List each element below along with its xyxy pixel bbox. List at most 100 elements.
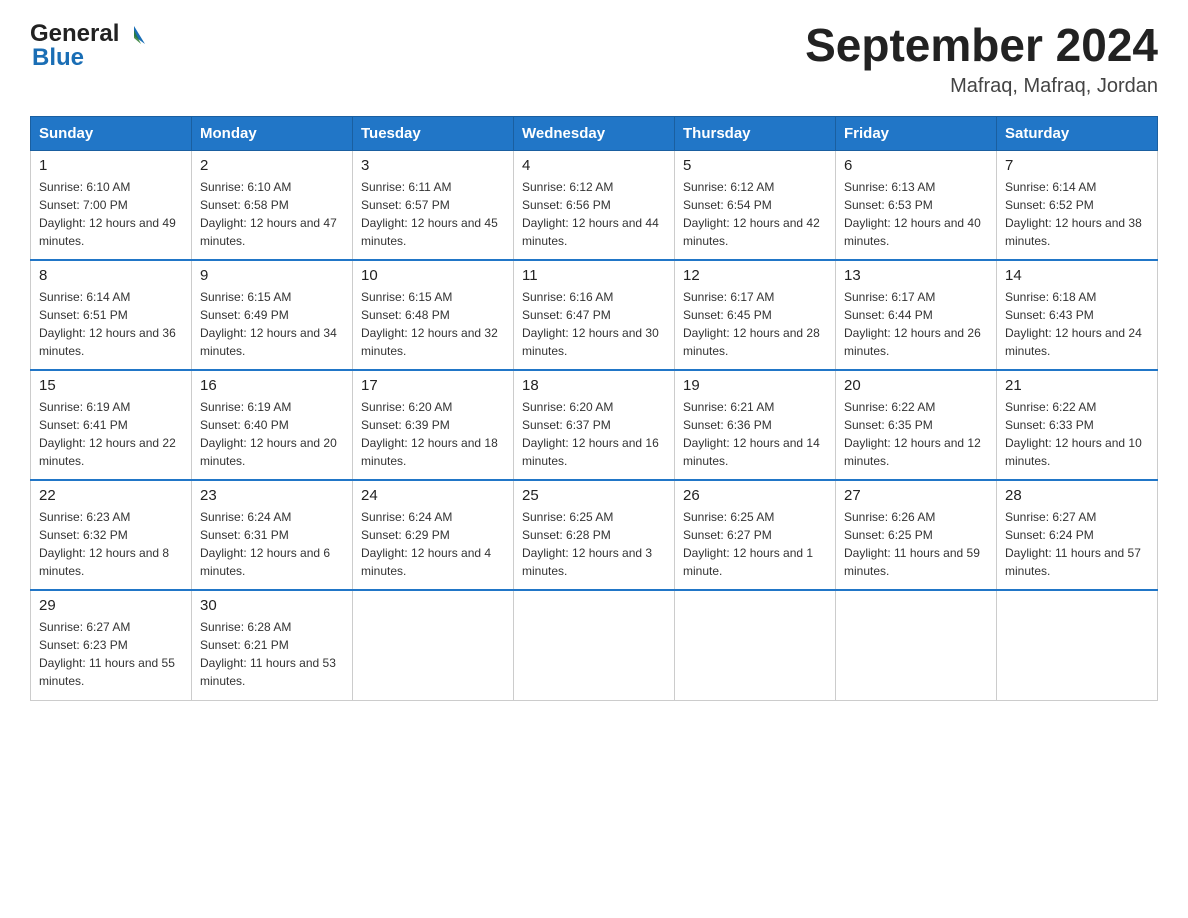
col-header-sunday: Sunday (31, 116, 192, 150)
week-row-5: 29 Sunrise: 6:27 AMSunset: 6:23 PMDaylig… (31, 590, 1158, 700)
day-cell: 4 Sunrise: 6:12 AMSunset: 6:56 PMDayligh… (514, 150, 675, 260)
day-number: 18 (522, 377, 666, 394)
day-info: Sunrise: 6:25 AMSunset: 6:28 PMDaylight:… (522, 510, 652, 578)
day-number: 9 (200, 267, 344, 284)
day-info: Sunrise: 6:17 AMSunset: 6:44 PMDaylight:… (844, 290, 981, 358)
day-number: 15 (39, 377, 183, 394)
day-number: 3 (361, 157, 505, 174)
col-header-saturday: Saturday (997, 116, 1158, 150)
col-header-tuesday: Tuesday (353, 116, 514, 150)
day-info: Sunrise: 6:28 AMSunset: 6:21 PMDaylight:… (200, 620, 336, 688)
day-number: 17 (361, 377, 505, 394)
logo-general: General (30, 20, 119, 47)
day-info: Sunrise: 6:15 AMSunset: 6:49 PMDaylight:… (200, 290, 337, 358)
logo-icon (121, 20, 145, 48)
calendar-body: 1 Sunrise: 6:10 AMSunset: 7:00 PMDayligh… (31, 150, 1158, 700)
day-number: 7 (1005, 157, 1149, 174)
day-cell: 7 Sunrise: 6:14 AMSunset: 6:52 PMDayligh… (997, 150, 1158, 260)
day-number: 1 (39, 157, 183, 174)
day-number: 24 (361, 487, 505, 504)
day-number: 5 (683, 157, 827, 174)
day-info: Sunrise: 6:24 AMSunset: 6:29 PMDaylight:… (361, 510, 491, 578)
day-info: Sunrise: 6:15 AMSunset: 6:48 PMDaylight:… (361, 290, 498, 358)
day-info: Sunrise: 6:23 AMSunset: 6:32 PMDaylight:… (39, 510, 169, 578)
day-number: 21 (1005, 377, 1149, 394)
day-info: Sunrise: 6:26 AMSunset: 6:25 PMDaylight:… (844, 510, 980, 578)
page-header: General Blue September 2024 Mafraq, Mafr… (30, 20, 1158, 98)
day-info: Sunrise: 6:24 AMSunset: 6:31 PMDaylight:… (200, 510, 330, 578)
day-cell: 8 Sunrise: 6:14 AMSunset: 6:51 PMDayligh… (31, 260, 192, 370)
day-info: Sunrise: 6:20 AMSunset: 6:37 PMDaylight:… (522, 400, 659, 468)
day-cell: 27 Sunrise: 6:26 AMSunset: 6:25 PMDaylig… (836, 480, 997, 590)
day-number: 25 (522, 487, 666, 504)
day-cell: 16 Sunrise: 6:19 AMSunset: 6:40 PMDaylig… (192, 370, 353, 480)
day-info: Sunrise: 6:17 AMSunset: 6:45 PMDaylight:… (683, 290, 820, 358)
day-cell: 24 Sunrise: 6:24 AMSunset: 6:29 PMDaylig… (353, 480, 514, 590)
day-cell: 11 Sunrise: 6:16 AMSunset: 6:47 PMDaylig… (514, 260, 675, 370)
day-number: 8 (39, 267, 183, 284)
day-number: 14 (1005, 267, 1149, 284)
week-row-4: 22 Sunrise: 6:23 AMSunset: 6:32 PMDaylig… (31, 480, 1158, 590)
day-info: Sunrise: 6:16 AMSunset: 6:47 PMDaylight:… (522, 290, 659, 358)
day-cell (997, 590, 1158, 700)
calendar-title: September 2024 (805, 20, 1158, 71)
day-cell: 12 Sunrise: 6:17 AMSunset: 6:45 PMDaylig… (675, 260, 836, 370)
day-info: Sunrise: 6:14 AMSunset: 6:52 PMDaylight:… (1005, 180, 1142, 248)
day-info: Sunrise: 6:27 AMSunset: 6:23 PMDaylight:… (39, 620, 175, 688)
day-info: Sunrise: 6:19 AMSunset: 6:40 PMDaylight:… (200, 400, 337, 468)
week-row-3: 15 Sunrise: 6:19 AMSunset: 6:41 PMDaylig… (31, 370, 1158, 480)
day-number: 23 (200, 487, 344, 504)
day-cell: 15 Sunrise: 6:19 AMSunset: 6:41 PMDaylig… (31, 370, 192, 480)
day-cell: 1 Sunrise: 6:10 AMSunset: 7:00 PMDayligh… (31, 150, 192, 260)
day-number: 28 (1005, 487, 1149, 504)
day-number: 13 (844, 267, 988, 284)
logo-blue: Blue (30, 44, 84, 72)
calendar-subtitle: Mafraq, Mafraq, Jordan (805, 75, 1158, 98)
day-cell: 23 Sunrise: 6:24 AMSunset: 6:31 PMDaylig… (192, 480, 353, 590)
day-info: Sunrise: 6:12 AMSunset: 6:54 PMDaylight:… (683, 180, 820, 248)
day-cell: 14 Sunrise: 6:18 AMSunset: 6:43 PMDaylig… (997, 260, 1158, 370)
day-cell: 29 Sunrise: 6:27 AMSunset: 6:23 PMDaylig… (31, 590, 192, 700)
calendar-header: SundayMondayTuesdayWednesdayThursdayFrid… (31, 116, 1158, 150)
day-cell: 28 Sunrise: 6:27 AMSunset: 6:24 PMDaylig… (997, 480, 1158, 590)
day-cell: 13 Sunrise: 6:17 AMSunset: 6:44 PMDaylig… (836, 260, 997, 370)
header-row: SundayMondayTuesdayWednesdayThursdayFrid… (31, 116, 1158, 150)
day-info: Sunrise: 6:10 AMSunset: 7:00 PMDaylight:… (39, 180, 176, 248)
day-number: 19 (683, 377, 827, 394)
day-number: 6 (844, 157, 988, 174)
day-info: Sunrise: 6:14 AMSunset: 6:51 PMDaylight:… (39, 290, 176, 358)
week-row-1: 1 Sunrise: 6:10 AMSunset: 7:00 PMDayligh… (31, 150, 1158, 260)
day-number: 27 (844, 487, 988, 504)
day-info: Sunrise: 6:19 AMSunset: 6:41 PMDaylight:… (39, 400, 176, 468)
day-cell: 22 Sunrise: 6:23 AMSunset: 6:32 PMDaylig… (31, 480, 192, 590)
day-cell: 30 Sunrise: 6:28 AMSunset: 6:21 PMDaylig… (192, 590, 353, 700)
day-cell (675, 590, 836, 700)
day-number: 12 (683, 267, 827, 284)
col-header-thursday: Thursday (675, 116, 836, 150)
day-number: 11 (522, 267, 666, 284)
day-info: Sunrise: 6:18 AMSunset: 6:43 PMDaylight:… (1005, 290, 1142, 358)
day-number: 30 (200, 597, 344, 614)
day-cell: 5 Sunrise: 6:12 AMSunset: 6:54 PMDayligh… (675, 150, 836, 260)
day-info: Sunrise: 6:11 AMSunset: 6:57 PMDaylight:… (361, 180, 498, 248)
day-info: Sunrise: 6:22 AMSunset: 6:33 PMDaylight:… (1005, 400, 1142, 468)
title-area: September 2024 Mafraq, Mafraq, Jordan (805, 20, 1158, 98)
day-info: Sunrise: 6:13 AMSunset: 6:53 PMDaylight:… (844, 180, 981, 248)
logo: General Blue (30, 20, 145, 72)
day-info: Sunrise: 6:20 AMSunset: 6:39 PMDaylight:… (361, 400, 498, 468)
day-cell: 20 Sunrise: 6:22 AMSunset: 6:35 PMDaylig… (836, 370, 997, 480)
day-number: 26 (683, 487, 827, 504)
day-cell: 10 Sunrise: 6:15 AMSunset: 6:48 PMDaylig… (353, 260, 514, 370)
day-number: 2 (200, 157, 344, 174)
day-cell: 9 Sunrise: 6:15 AMSunset: 6:49 PMDayligh… (192, 260, 353, 370)
day-info: Sunrise: 6:22 AMSunset: 6:35 PMDaylight:… (844, 400, 981, 468)
col-header-friday: Friday (836, 116, 997, 150)
day-cell: 21 Sunrise: 6:22 AMSunset: 6:33 PMDaylig… (997, 370, 1158, 480)
day-cell: 2 Sunrise: 6:10 AMSunset: 6:58 PMDayligh… (192, 150, 353, 260)
week-row-2: 8 Sunrise: 6:14 AMSunset: 6:51 PMDayligh… (31, 260, 1158, 370)
day-cell: 17 Sunrise: 6:20 AMSunset: 6:39 PMDaylig… (353, 370, 514, 480)
day-info: Sunrise: 6:27 AMSunset: 6:24 PMDaylight:… (1005, 510, 1141, 578)
day-cell: 26 Sunrise: 6:25 AMSunset: 6:27 PMDaylig… (675, 480, 836, 590)
day-info: Sunrise: 6:25 AMSunset: 6:27 PMDaylight:… (683, 510, 813, 578)
col-header-wednesday: Wednesday (514, 116, 675, 150)
